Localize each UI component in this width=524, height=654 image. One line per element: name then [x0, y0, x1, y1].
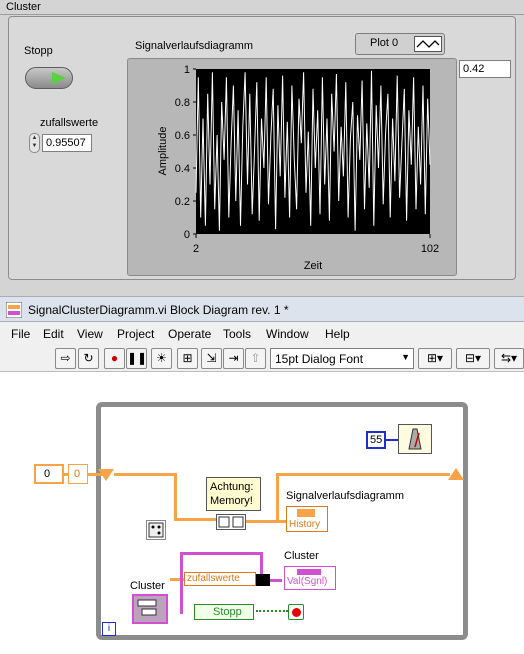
- warning-comment: Achtung: Memory!: [206, 477, 261, 511]
- x-tick-2: 2: [193, 243, 199, 255]
- wire-magenta-left: [180, 552, 183, 614]
- wait-value: 55: [370, 434, 383, 446]
- menu-window[interactable]: Window: [266, 327, 309, 341]
- block-diagram-title: SignalClusterDiagramm.vi Block Diagram r…: [28, 303, 289, 317]
- pause-icon[interactable]: ❚❚: [126, 348, 147, 369]
- chart-title: Signalverlaufsdiagramm: [135, 40, 253, 52]
- gridlines: [195, 234, 431, 238]
- cluster-icon-strip: [297, 569, 321, 575]
- menu-project[interactable]: Project: [117, 327, 154, 341]
- cluster-control-label: Cluster: [130, 580, 165, 592]
- cluster-label: Cluster: [6, 1, 41, 13]
- wire-boolean: [256, 610, 288, 612]
- zufallswerte-field[interactable]: 0.95507: [42, 134, 92, 152]
- y-tick-0: 0: [184, 229, 190, 241]
- block-diagram-title-bar: SignalClusterDiagramm.vi Block Diagram r…: [0, 296, 524, 322]
- wire-up: [276, 473, 279, 522]
- wire-shift-out: [276, 473, 450, 476]
- stopp-terminal[interactable]: Stopp: [194, 604, 254, 620]
- highlight-execution-icon[interactable]: ☀: [151, 348, 172, 369]
- x-tick-102: 102: [421, 243, 439, 255]
- wire-shift-in: [114, 473, 176, 476]
- y-tick-0.2: 0.2: [175, 196, 190, 208]
- wire-magenta-out: [268, 579, 282, 582]
- menu-help[interactable]: Help: [325, 327, 350, 341]
- init-indicator: 0: [68, 464, 88, 484]
- font-select-value: 15pt Dialog Font: [275, 352, 364, 366]
- diagram-indicator-label: Signalverlaufsdiagramm: [286, 490, 404, 502]
- y-tick-0.8: 0.8: [175, 97, 190, 109]
- labview-vi-icon: [6, 302, 22, 318]
- distribute-objects-icon[interactable]: ⊟▾: [456, 348, 490, 369]
- step-over-icon[interactable]: ⇥: [223, 348, 244, 369]
- cluster-indicator-label: Cluster: [284, 550, 319, 562]
- menu-operate[interactable]: Operate: [168, 327, 211, 341]
- x-axis-label: Zeit: [304, 260, 322, 272]
- wire-to-chart: [174, 518, 218, 521]
- retain-wire-values-icon[interactable]: ⊞: [177, 348, 198, 369]
- y-tick-0.4: 0.4: [175, 163, 190, 175]
- dice-random-icon[interactable]: [146, 520, 166, 540]
- wire-down: [174, 473, 177, 518]
- wait-constant[interactable]: 55: [366, 431, 386, 449]
- cluster-control-terminal[interactable]: [132, 594, 168, 624]
- loop-iteration-terminal[interactable]: i: [102, 622, 116, 636]
- bundle-arrow-icon[interactable]: [256, 574, 270, 586]
- stop-condition-dot: [292, 608, 301, 617]
- align-objects-icon[interactable]: ⊞▾: [418, 348, 452, 369]
- stopp-label: Stopp: [24, 45, 53, 57]
- chevron-down-icon: ▼: [401, 352, 410, 362]
- step-into-icon[interactable]: ⇲: [201, 348, 222, 369]
- run-continuously-icon[interactable]: ↻: [78, 348, 99, 369]
- y-tick-1: 1: [184, 64, 190, 76]
- init-indicator-value: 0: [74, 468, 81, 480]
- val-sgnl-label: Val(Sgnl): [287, 576, 328, 587]
- step-out-icon[interactable]: ⇧: [245, 348, 266, 369]
- init-value: 0: [44, 468, 51, 480]
- menu-view[interactable]: View: [77, 327, 103, 341]
- zufallswerte-spinner[interactable]: ▲ ▼: [29, 133, 40, 153]
- font-select[interactable]: 15pt Dialog Font ▼: [270, 348, 414, 369]
- plot-line-icon: [414, 36, 442, 52]
- menu-file[interactable]: File: [11, 327, 30, 341]
- y-axis-ticks: 0 0.2 0.4 0.6 0.8 1: [175, 64, 196, 241]
- build-waveform-node[interactable]: [216, 514, 246, 530]
- menu-tools[interactable]: Tools: [223, 327, 251, 341]
- wait-ms-icon[interactable]: [398, 424, 432, 454]
- chart-svg: 0 0.2 0.4 0.6 0.8 1 2 102 Zeit Amplitude: [157, 64, 439, 272]
- stopp-button[interactable]: [25, 67, 73, 89]
- reorder-icon[interactable]: ⇆▾: [494, 348, 524, 369]
- plot-legend-label: Plot 0: [370, 37, 399, 49]
- front-panel: Cluster Stopp zufallswerte ▲ ▼ 0.95507 Si…: [0, 0, 524, 296]
- led-arrow-icon: [52, 72, 66, 84]
- init-constant[interactable]: 0: [34, 464, 64, 484]
- menu-edit[interactable]: Edit: [43, 327, 64, 341]
- stop-condition-icon[interactable]: [288, 604, 304, 620]
- abort-icon[interactable]: ●: [104, 348, 125, 369]
- side-value-field[interactable]: 0.42: [459, 60, 511, 78]
- y-tick-0.6: 0.6: [175, 130, 190, 142]
- stopp-terminal-label: Stopp: [213, 606, 242, 618]
- run-arrow-icon[interactable]: ⇨: [55, 348, 76, 369]
- menu-bar: File Edit View Project Operate Tools Win…: [0, 322, 524, 346]
- plot-legend[interactable]: Plot 0: [355, 33, 445, 55]
- toolbar: ⇨ ↻ ● ❚❚ ☀ ⊞ ⇲ ⇥ ⇧ 15pt Dialog Font ▼ ⊞▾…: [0, 346, 524, 372]
- history-label: History: [289, 519, 321, 530]
- wire-chart-out: [246, 520, 288, 523]
- zufallswerte-unbundle[interactable]: zufallswerte: [184, 572, 256, 586]
- zufallswerte-unbundle-label: zufallswerte: [187, 573, 240, 584]
- history-property-node[interactable]: History: [286, 506, 328, 532]
- y-axis-label: Amplitude: [157, 127, 169, 176]
- waveform-chart: 0 0.2 0.4 0.6 0.8 1 2 102 Zeit Amplitude: [127, 58, 457, 276]
- zufallswerte-label: zufallswerte: [40, 117, 99, 129]
- block-diagram-canvas: 0 0 55 Achtung: Memory! Signalverlaufsdi…: [4, 374, 524, 654]
- val-sgnl-property-node[interactable]: Val(Sgnl): [284, 566, 336, 590]
- chart-icon-strip: [297, 509, 315, 517]
- cluster-title-bar: Cluster: [0, 0, 524, 15]
- wire-magenta-top: [180, 552, 260, 555]
